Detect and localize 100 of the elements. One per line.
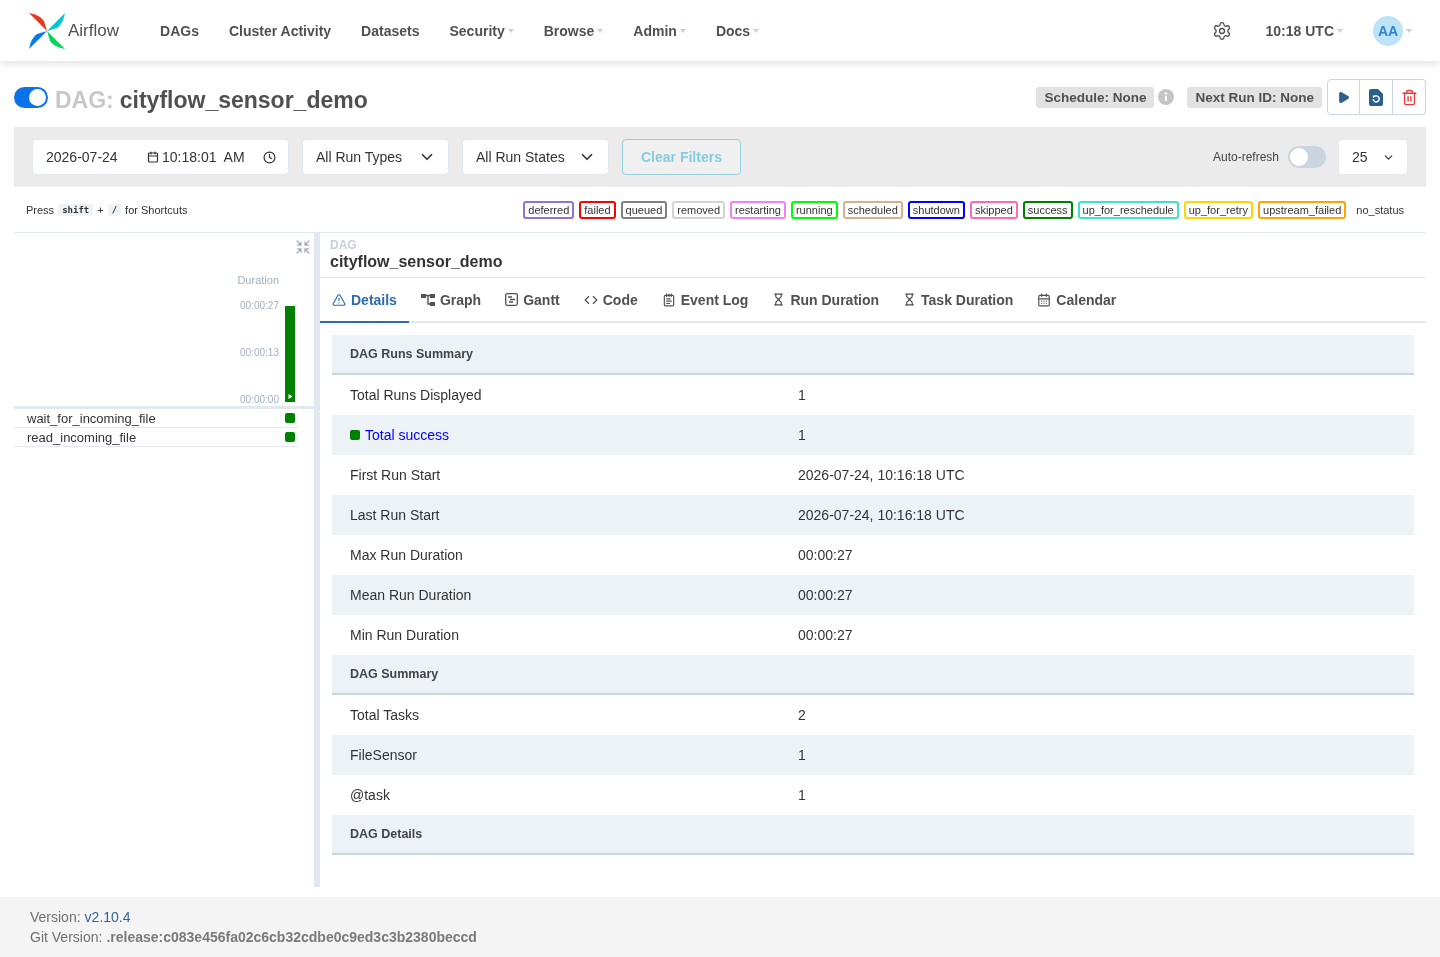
table-cell-text: 1 [797,427,807,443]
keyboard-key: shift [58,203,94,216]
state-legend-tag[interactable]: failed [579,200,616,219]
triangle-icon [288,394,293,399]
keyboard-key: / [107,203,122,216]
nav-menu-item[interactable]: Browse [528,22,619,39]
nav-menu-item[interactable]: Security [434,22,529,39]
state-legend-tag[interactable]: up_for_reschedule [1077,200,1179,219]
run-type-select[interactable]: All Run Types [302,139,449,175]
table-cell-text: Min Run Duration [349,627,460,643]
notepad-icon [661,292,676,307]
axis-tick-label: 00:00:00 [240,393,279,405]
details-tab[interactable]: Details [320,278,409,323]
task-name[interactable]: wait_for_incoming_file [27,410,285,426]
table-cell-text: 2026-07-24, 10:16:18 UTC [797,507,966,523]
nav-menu-item[interactable]: DAGs [145,22,214,39]
gantt-icon [505,293,519,306]
details-tab[interactable]: Task Duration [891,278,1026,323]
task-name[interactable]: read_incoming_file [27,429,285,445]
graph-icon [420,293,435,306]
warning-icon [332,292,346,307]
hourglass-icon [772,293,786,306]
state-legend-tag[interactable]: queued [620,200,668,219]
axis-tick-label: 00:00:13 [240,346,279,358]
caret-icon [1406,28,1412,33]
state-legend-tag[interactable]: removed [672,200,726,219]
state-legend-tag[interactable]: restarting [730,200,786,219]
auto-refresh-toggle[interactable] [1288,146,1326,168]
calendar-icon [1037,292,1052,307]
section-heading: DAG Runs Summary [332,335,1414,375]
calendar-icon [147,151,159,163]
nav-menu-item[interactable]: Cluster Activity [213,22,347,39]
clock-menu[interactable]: 10:18 UTC [1265,22,1343,39]
section-heading: DAG Details [332,815,1414,855]
version-link[interactable]: v2.10.4 [84,907,131,927]
document-refresh-icon [1369,88,1383,106]
details-tab[interactable]: Calendar [1025,278,1129,323]
task-status-icon[interactable] [285,413,295,423]
table-cell-text: 2 [797,707,807,723]
brand-link[interactable]: Airflow [28,11,119,50]
state-legend-tag[interactable]: deferred [523,200,575,219]
state-legend-tag[interactable]: upstream_failed [1258,200,1347,219]
table-cell-text: Total Runs Displayed [349,387,483,403]
info-icon[interactable] [1158,89,1175,105]
caret-icon [1337,28,1343,33]
axis-tick-label: 00:00:27 [240,299,279,311]
page-size-select[interactable]: 25 [1338,139,1408,175]
auto-refresh-label: Auto-refresh [1212,150,1279,164]
collapse-button[interactable] [295,239,311,255]
table-cell-text: 00:00:27 [797,547,854,563]
collapse-icon [295,239,311,255]
table-cell-text: Mean Run Duration [349,587,473,603]
table-cell-text: 00:00:27 [797,587,854,603]
date-field[interactable]: 2026-07-24 [46,149,147,165]
trigger-dag-button[interactable] [1327,79,1360,115]
table-cell-text: 00:00:27 [797,627,854,643]
state-legend-tag[interactable]: no_status [1351,200,1409,219]
clear-dag-button[interactable] [1360,79,1393,115]
delete-dag-button[interactable] [1393,79,1426,115]
schedule-label: Schedule: None [1036,86,1155,108]
task-status-icon[interactable] [285,432,295,442]
dag-name-heading: cityflow_sensor_demo [330,252,504,272]
hourglass-icon [903,293,917,306]
table-cell-text: 1 [797,387,807,403]
table-cell-text: @task [349,787,391,803]
next-run-label: Next Run ID: None [1187,86,1322,108]
details-tab[interactable]: Event Log [649,278,761,323]
time-field[interactable]: 10:18:01 AM [162,149,263,165]
state-legend-tag[interactable]: success [1022,200,1073,219]
details-tab[interactable]: Graph [408,278,494,323]
state-legend-tag[interactable]: scheduled [842,200,903,219]
nav-menu-item[interactable]: Docs [700,22,775,39]
details-tab[interactable]: Gantt [493,278,572,323]
table-cell-text: Total Tasks [349,707,420,723]
nav-menu-item[interactable]: Datasets [346,22,435,39]
dag-active-toggle[interactable] [14,86,48,108]
settings-button[interactable] [1211,20,1232,41]
play-icon [1337,90,1350,104]
state-legend-tag[interactable]: skipped [969,200,1018,219]
run-state-select[interactable]: All Run States [462,139,609,175]
settings-icon [1211,20,1232,41]
state-legend-tag[interactable]: shutdown [907,200,965,219]
table-cell-text: 1 [797,747,807,763]
git-version-value: .release:c083e456fa02c6cb32cdbe0c9ed3c3b2380beccd [106,928,477,947]
breadcrumb-label: DAG [330,239,358,252]
table-cell-text: Last Run Start [349,507,441,523]
details-tab[interactable]: Run Duration [760,278,892,323]
version-label: Version: [30,908,81,927]
shortcut-text: for Shortcuts [125,203,188,216]
table-cell-text: FileSensor [349,747,418,763]
state-legend-tag[interactable]: up_for_retry [1183,200,1253,219]
shortcut-text: + [97,203,104,216]
state-filter-link[interactable]: Total success [365,427,450,443]
axis-title: Duration [237,274,279,286]
shortcut-text: Press [26,203,55,216]
details-tab[interactable]: Code [571,278,650,323]
nav-menu-item[interactable]: Admin [618,22,701,39]
state-legend-tag[interactable]: running [790,200,838,219]
dag-title: cityflow_sensor_demo [119,86,368,114]
trash-icon [1400,88,1418,106]
